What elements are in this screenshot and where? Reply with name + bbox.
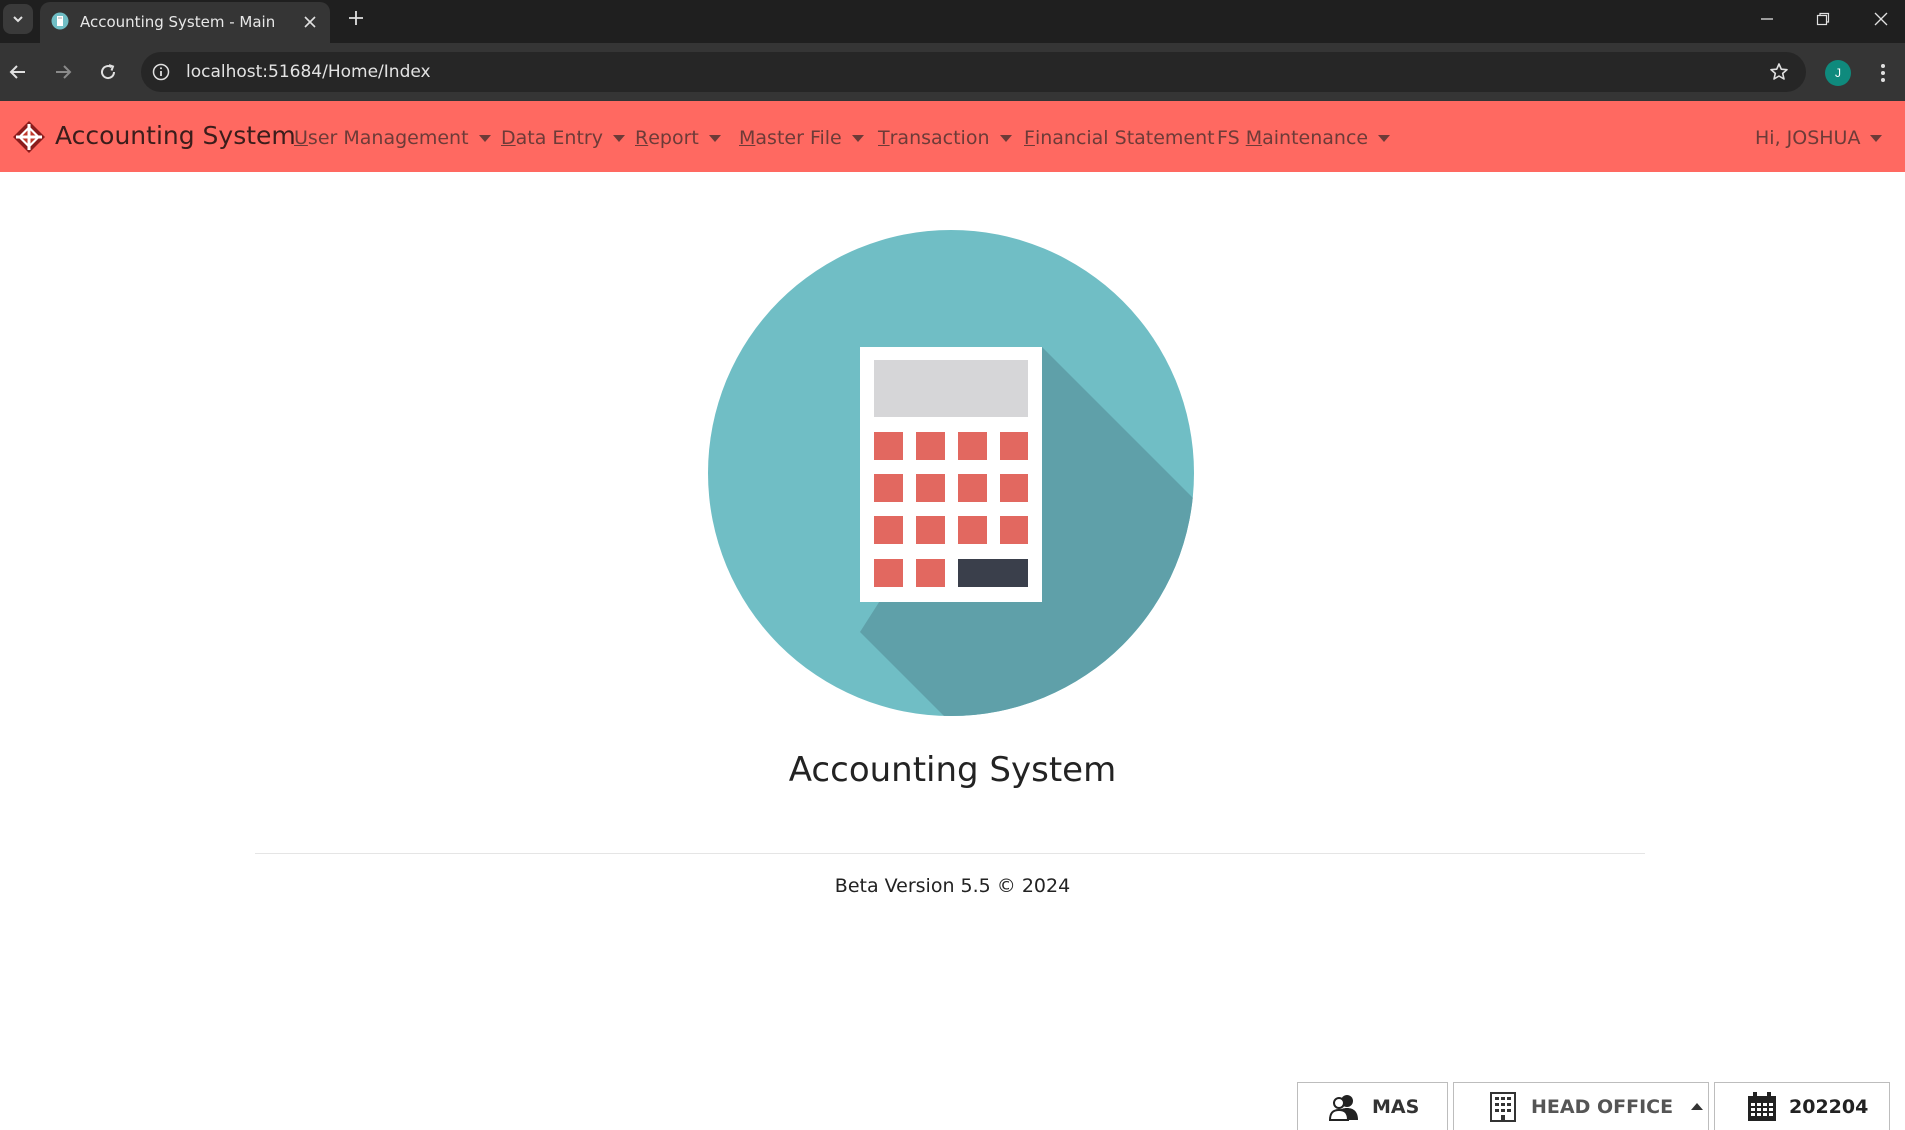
menu-mnemonic: M [1245,127,1263,149]
reload-icon [101,64,116,80]
caret-down-icon [851,134,864,142]
menu-data-entry[interactable]: Data Entry [501,127,625,149]
menu-label: ser Management [307,127,469,149]
version-footer: Beta Version 5.5 © 2024 [834,875,1071,897]
content-divider [255,853,1645,854]
brand-logo-icon[interactable] [12,120,46,154]
period-value: 202204 [1789,1095,1869,1118]
user-menu[interactable]: Hi, JOSHUA [1755,127,1883,149]
site-favicon-icon [51,12,69,30]
restore-icon [1816,12,1830,26]
menu-label: ransaction [889,127,990,149]
window-minimize-button[interactable] [1744,4,1790,34]
calculator-icon [708,230,1194,716]
reload-button[interactable] [93,57,123,87]
menu-mnemonic: R [635,127,649,149]
arrow-right-icon [56,65,72,79]
menu-prefix: FS [1217,127,1246,149]
chevron-down-icon [13,16,23,23]
menu-master-file[interactable]: Master File [739,127,864,149]
menu-mnemonic: T [878,127,890,149]
caret-down-icon [708,134,721,142]
user-code: MAS [1372,1095,1420,1118]
calendar-icon [1746,1091,1778,1123]
status-period[interactable]: 202204 [1714,1082,1890,1130]
plus-icon [349,11,363,25]
minimize-icon [1761,18,1773,20]
menu-label: aintenance [1262,127,1369,149]
window-restore-button[interactable] [1800,4,1846,34]
menu-fs-maintenance[interactable]: FS Maintenance [1217,127,1391,149]
caret-down-icon [478,134,491,142]
menu-label: ata Entry [515,127,603,149]
profile-avatar[interactable]: J [1825,60,1851,86]
menu-mnemonic: D [501,127,516,149]
browser-tab-strip: Accounting System - Main [0,0,1905,43]
new-tab-button[interactable] [344,6,368,30]
arrow-left-icon [9,65,25,79]
menu-user-management[interactable]: User Management [294,127,491,149]
menu-report[interactable]: Report [635,127,721,149]
menu-mnemonic: M [739,127,756,149]
forward-button[interactable] [48,57,78,87]
url-text: localhost:51684/Home/Index [186,62,431,82]
branch-name: HEAD OFFICE [1531,1095,1674,1118]
menu-mnemonic: U [294,127,308,149]
menu-label: eport [648,127,699,149]
caret-down-icon [1378,134,1391,142]
app-navbar: Accounting System User Management Data E… [0,101,1905,172]
menu-label: aster File [755,127,842,149]
close-icon [1874,12,1888,26]
bookmark-button[interactable] [1768,61,1790,83]
tab-search-button[interactable] [3,4,33,34]
address-bar[interactable]: localhost:51684/Home/Index [141,52,1806,92]
browser-tab-active[interactable]: Accounting System - Main [40,2,330,43]
caret-down-icon [1870,134,1883,142]
caret-down-icon [999,134,1012,142]
browser-toolbar: localhost:51684/Home/Index J [0,43,1905,101]
users-icon [1328,1091,1360,1123]
window-close-button[interactable] [1858,4,1904,34]
status-user[interactable]: MAS [1297,1082,1448,1130]
page-title: Accounting System [788,750,1117,790]
user-greeting: Hi, JOSHUA [1755,127,1861,149]
tab-title: Accounting System - Main [80,13,276,31]
caret-down-icon [612,134,625,142]
building-icon [1487,1091,1519,1123]
menu-transaction[interactable]: Transaction [878,127,1012,149]
site-info-button[interactable] [150,61,172,83]
status-branch[interactable]: HEAD OFFICE [1453,1082,1709,1130]
menu-financial-statement[interactable]: Financial Statement [1024,127,1215,149]
tab-close-button[interactable] [300,12,320,32]
browser-menu-button[interactable] [1870,59,1896,87]
star-icon [1770,63,1788,80]
brand-title[interactable]: Accounting System [55,121,296,150]
info-icon [152,63,170,81]
back-button[interactable] [3,57,33,87]
menu-label: inancial Statement [1034,127,1215,149]
caret-up-icon [1691,1103,1704,1110]
menu-mnemonic: F [1024,127,1035,149]
close-icon [304,16,316,28]
more-vertical-icon [1881,64,1885,82]
